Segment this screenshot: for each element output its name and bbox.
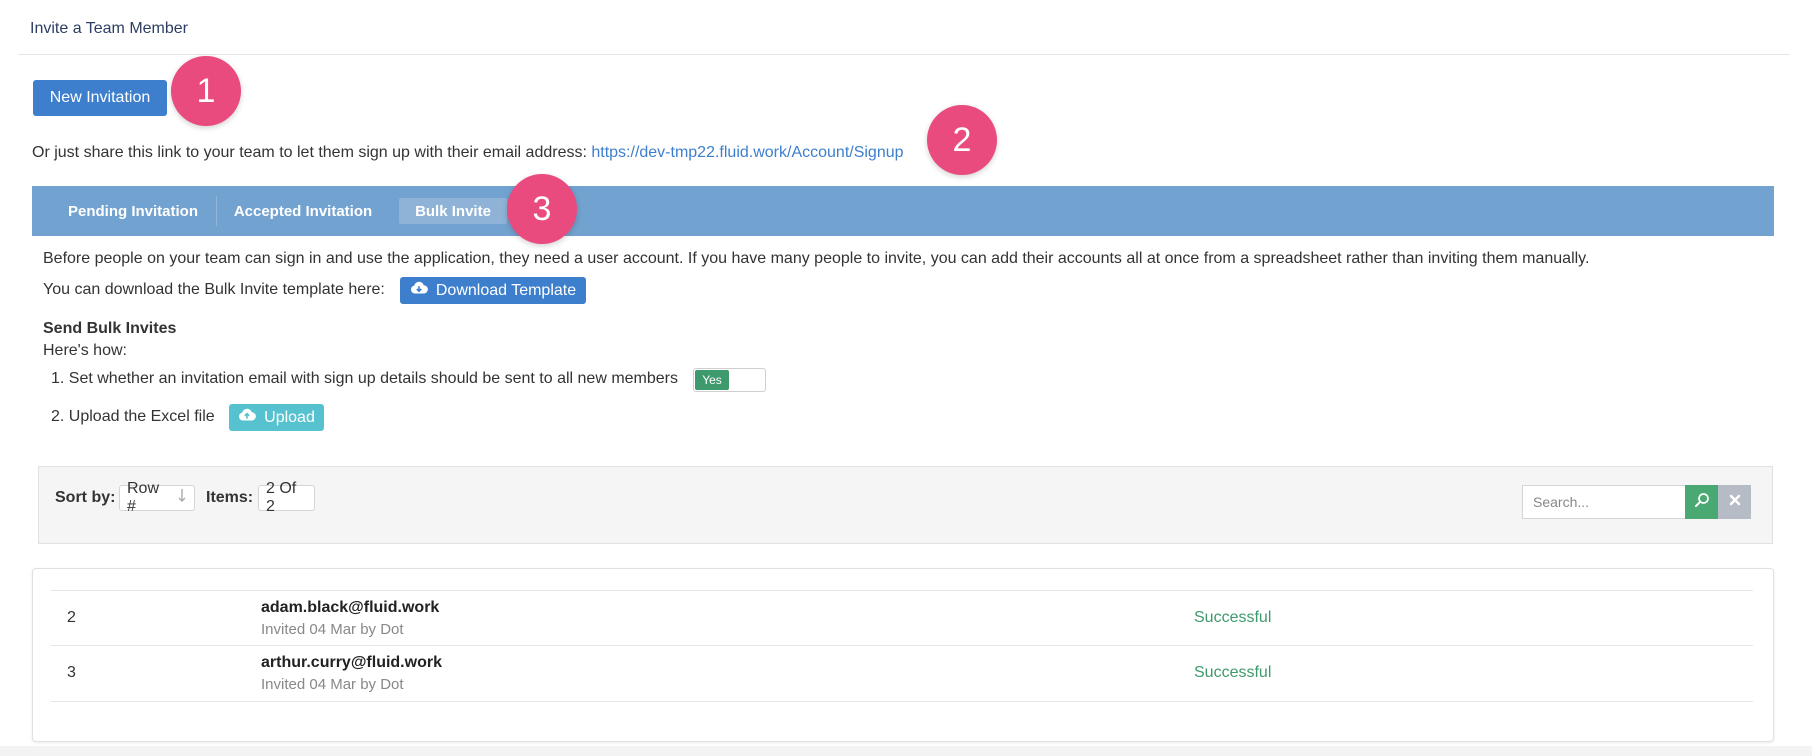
annotation-badge-1: 1 xyxy=(171,56,241,126)
heres-how-label: Here's how: xyxy=(43,342,127,359)
download-template-button[interactable]: Download Template xyxy=(400,277,586,304)
upload-button[interactable]: Upload xyxy=(229,404,324,431)
signup-link[interactable]: https://dev-tmp22.fluid.work/Account/Sig… xyxy=(591,144,903,161)
items-label: Items: xyxy=(206,489,254,506)
sort-by-label: Sort by: xyxy=(55,489,116,506)
download-template-label: Download Template xyxy=(435,281,577,299)
sort-value: Row # xyxy=(127,480,160,515)
invitation-tabs: Pending Invitation Accepted Invitation B… xyxy=(32,186,1774,236)
row-email: arthur.curry@fluid.work xyxy=(261,654,442,671)
bulk-invite-results: 2 adam.black@fluid.work Invited 04 Mar b… xyxy=(32,568,1774,742)
annotation-badge-3: 3 xyxy=(507,174,577,244)
table-row: 2 adam.black@fluid.work Invited 04 Mar b… xyxy=(51,590,1753,646)
cloud-upload-icon xyxy=(238,408,256,427)
annotation-badge-2: 2 xyxy=(927,105,997,175)
share-link-line: Or just share this link to your team to … xyxy=(32,144,904,162)
close-icon xyxy=(1729,493,1741,511)
send-bulk-title: Send Bulk Invites xyxy=(43,320,177,337)
filter-panel: Sort by: Row # Items: 2 Of 2 xyxy=(38,466,1773,544)
step-2-text: 2. Upload the Excel file xyxy=(51,408,215,425)
cloud-download-icon xyxy=(410,281,428,300)
bulk-intro-text: Before people on your team can sign in a… xyxy=(43,250,1590,267)
page-footer-shade xyxy=(0,746,1812,756)
search-icon xyxy=(1694,492,1710,513)
sort-dropdown[interactable]: Row # xyxy=(119,480,195,515)
upload-label: Upload xyxy=(264,408,315,426)
row-email: adam.black@fluid.work xyxy=(261,599,440,616)
row-number: 2 xyxy=(67,609,76,626)
search-button[interactable] xyxy=(1685,485,1718,519)
send-email-toggle[interactable]: Yes xyxy=(693,368,766,392)
share-link-text: Or just share this link to your team to … xyxy=(32,144,587,161)
status-badge: Successful xyxy=(1194,664,1272,681)
row-invited-meta: Invited 04 Mar by Dot xyxy=(261,621,404,638)
row-invited-meta: Invited 04 Mar by Dot xyxy=(261,676,404,693)
step-1-text: 1. Set whether an invitation email with … xyxy=(51,370,679,387)
tab-bulk-invite[interactable]: Bulk Invite xyxy=(399,198,507,224)
page-header: Invite a Team Member xyxy=(18,0,1790,55)
page-title: Invite a Team Member xyxy=(30,20,188,37)
clear-search-button[interactable] xyxy=(1718,485,1751,519)
items-count: 2 Of 2 xyxy=(258,480,315,515)
row-number: 3 xyxy=(67,664,76,681)
table-row: 3 arthur.curry@fluid.work Invited 04 Mar… xyxy=(51,645,1753,702)
tab-pending-invitation[interactable]: Pending Invitation xyxy=(62,198,204,224)
search-input[interactable] xyxy=(1522,485,1686,519)
sort-arrow-icon xyxy=(177,488,187,509)
tab-accepted-invitation[interactable]: Accepted Invitation xyxy=(228,198,378,224)
tab-divider xyxy=(216,196,217,226)
status-badge: Successful xyxy=(1194,609,1272,626)
toggle-yes-label: Yes xyxy=(695,370,729,390)
download-template-text: You can download the Bulk Invite templat… xyxy=(43,281,385,298)
new-invitation-button[interactable]: New Invitation xyxy=(33,80,167,116)
